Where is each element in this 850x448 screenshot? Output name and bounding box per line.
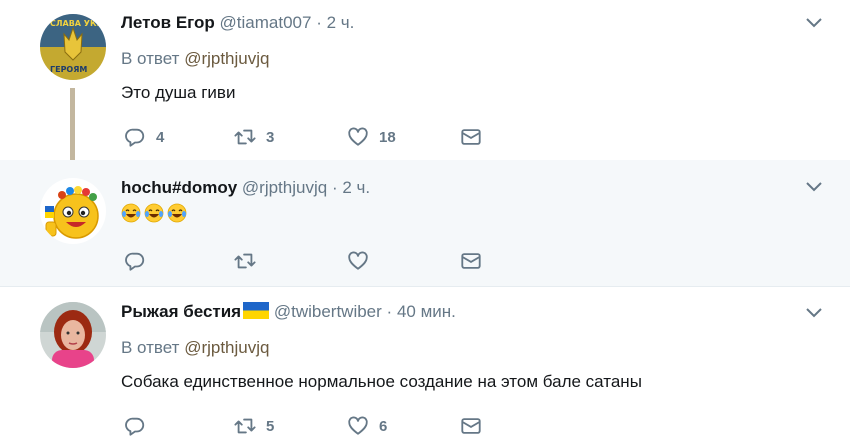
- direct-message-button[interactable]: [460, 248, 482, 274]
- avatar[interactable]: [40, 178, 106, 244]
- timestamp[interactable]: 2 ч.: [327, 13, 355, 32]
- svg-text:ГЕРОЯМ: ГЕРОЯМ: [50, 65, 87, 74]
- reply-icon: [125, 417, 145, 436]
- like-count: 6: [379, 417, 388, 435]
- chevron-down-icon[interactable]: [806, 18, 822, 28]
- envelope-icon: [461, 418, 481, 434]
- username[interactable]: @rjpthjuvjq: [242, 178, 327, 197]
- tweet-text: [121, 203, 190, 226]
- retweet-count: 5: [266, 417, 275, 435]
- like-button[interactable]: 6: [347, 413, 387, 439]
- tweet-header: hochu#domoy @rjpthjuvjq · 2 ч.: [121, 177, 370, 199]
- reply-to-link[interactable]: @rjpthjuvjq: [184, 338, 269, 357]
- tweet-2[interactable]: hochu#domoy @rjpthjuvjq · 2 ч.: [0, 160, 850, 287]
- ukraine-flag-icon: [243, 302, 270, 319]
- avatar[interactable]: СЛАВА УКР ГЕРОЯМ: [40, 14, 106, 80]
- direct-message-button[interactable]: [460, 124, 482, 150]
- separator-dot: ·: [331, 178, 338, 197]
- separator-dot: ·: [316, 13, 322, 32]
- like-button[interactable]: [347, 248, 369, 274]
- timestamp[interactable]: 40 мин.: [397, 302, 456, 321]
- fullname[interactable]: Рыжая бестия: [121, 302, 241, 321]
- tweet-3[interactable]: Рыжая бестия @twibertwiber · 40 мин. В о…: [0, 287, 850, 448]
- separator-dot: ·: [386, 302, 393, 321]
- tweet-actions: [121, 248, 521, 274]
- reply-button[interactable]: 4: [124, 124, 164, 150]
- reply-count: 4: [156, 128, 165, 146]
- reply-prefix: В ответ: [121, 49, 180, 68]
- reply-button[interactable]: [124, 248, 146, 274]
- heart-icon: [348, 416, 368, 435]
- chevron-down-icon[interactable]: [806, 308, 822, 318]
- tweet-actions: 5 6: [121, 413, 521, 439]
- fullname[interactable]: hochu#domoy: [121, 178, 237, 197]
- face-with-tears-of-joy-icon: [121, 203, 141, 223]
- like-count: 18: [379, 128, 396, 146]
- reply-icon: [125, 252, 145, 271]
- fullname[interactable]: Летов Егор: [121, 13, 215, 32]
- like-button[interactable]: 18: [347, 124, 396, 150]
- envelope-icon: [461, 253, 481, 269]
- reply-button[interactable]: [124, 413, 146, 439]
- reply-context: В ответ @rjpthjuvjq: [121, 337, 269, 359]
- tweet-actions: 4 3 18: [121, 124, 521, 150]
- heart-icon: [348, 127, 368, 146]
- retweet-icon: [234, 253, 256, 269]
- username[interactable]: @tiamat007: [220, 13, 312, 32]
- reply-to-link[interactable]: @rjpthjuvjq: [184, 49, 269, 68]
- chevron-down-icon[interactable]: [806, 182, 822, 192]
- tweet-1[interactable]: СЛАВА УКР ГЕРОЯМ Летов Егор @tiamat007 ·…: [0, 0, 850, 174]
- retweet-count: 3: [266, 128, 275, 146]
- avatar[interactable]: [40, 302, 106, 368]
- svg-text:СЛАВА УКР: СЛАВА УКР: [50, 19, 102, 28]
- envelope-icon: [461, 129, 481, 145]
- direct-message-button[interactable]: [460, 413, 482, 439]
- tweet-text: Это душа гиви: [121, 83, 236, 102]
- retweet-icon: [234, 418, 256, 434]
- reply-icon: [125, 128, 145, 147]
- retweet-button[interactable]: 3: [234, 124, 274, 150]
- retweet-button[interactable]: 5: [234, 413, 274, 439]
- reply-prefix: В ответ: [121, 338, 180, 357]
- face-with-tears-of-joy-icon: [144, 203, 164, 223]
- username[interactable]: @twibertwiber: [274, 302, 382, 321]
- tweet-header: Летов Егор @tiamat007 · 2 ч.: [121, 12, 354, 34]
- timestamp[interactable]: 2 ч.: [342, 178, 370, 197]
- retweet-button[interactable]: [234, 248, 256, 274]
- tweet-text: Собака единственное нормальное создание …: [121, 372, 642, 391]
- tweet-header: Рыжая бестия @twibertwiber · 40 мин.: [121, 301, 456, 323]
- heart-icon: [348, 251, 368, 270]
- retweet-icon: [234, 129, 256, 145]
- reply-context: В ответ @rjpthjuvjq: [121, 48, 269, 70]
- face-with-tears-of-joy-icon: [167, 203, 187, 223]
